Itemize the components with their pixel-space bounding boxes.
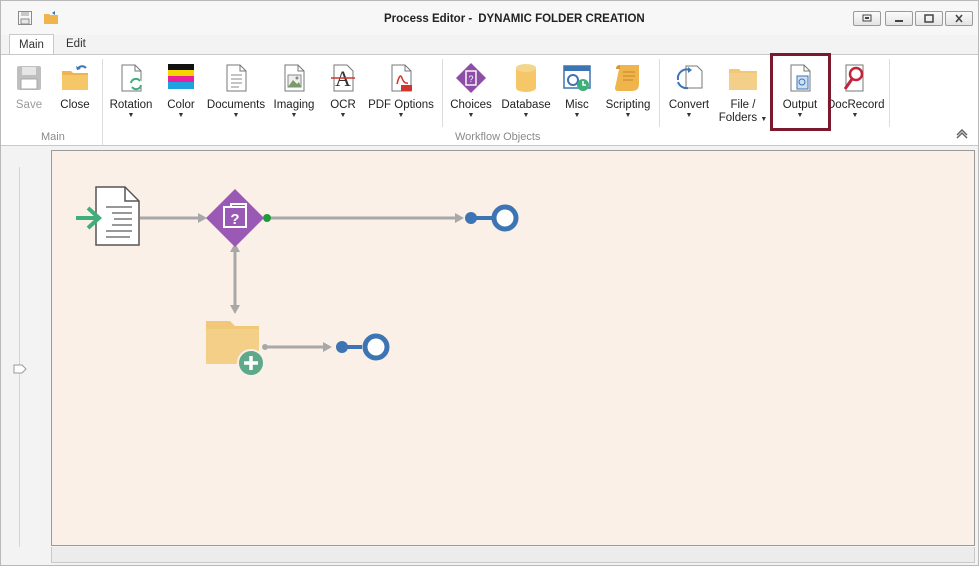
group-divider [659, 59, 660, 127]
close-quick-access-icon[interactable] [43, 10, 59, 26]
color-label: Color [167, 99, 195, 111]
save-label: Save [15, 99, 43, 111]
designer-area: ? [1, 147, 978, 565]
pdf-options-button[interactable]: PDF Options ▼ [368, 60, 434, 128]
ribbon-tabs: Main Edit [1, 34, 978, 55]
chevron-down-icon: ▼ [573, 112, 581, 119]
minimize-button[interactable] [885, 11, 913, 26]
ocr-icon: A [327, 62, 359, 94]
end-node[interactable] [336, 333, 390, 361]
choices-button[interactable]: ? Choices ▼ [449, 60, 493, 128]
chevron-down-icon: ▼ [685, 112, 693, 119]
chevron-down-icon: ▼ [397, 112, 405, 119]
chevron-down-icon: ▼ [177, 112, 185, 119]
zoom-slider-thumb[interactable] [13, 363, 27, 374]
choices-diamond-icon: ? [455, 62, 487, 94]
database-icon [510, 62, 542, 94]
chevron-down-icon: ▼ [624, 112, 632, 119]
file-folders-button[interactable]: File / Folders ▼ [717, 60, 769, 128]
close-label: Close [60, 99, 90, 111]
chevron-down-icon: ▼ [339, 112, 347, 119]
chevron-down-icon: ▼ [522, 112, 530, 119]
connector-start-to-choice[interactable] [140, 213, 207, 223]
workflow-canvas[interactable]: ? [51, 150, 975, 546]
ribbon: Save Close Main Rotation ▼ Color ▼ Docum… [1, 53, 978, 146]
imaging-button[interactable]: Imaging ▼ [272, 60, 316, 128]
imaging-icon [278, 62, 310, 94]
process-name: DYNAMIC FOLDER CREATION [478, 13, 645, 25]
chevron-down-icon: ▼ [232, 112, 240, 119]
misc-label: Misc [565, 99, 589, 111]
misc-button[interactable]: Misc ▼ [557, 60, 597, 128]
convert-label: Convert [668, 99, 710, 111]
maximize-button[interactable] [915, 11, 943, 26]
save-button[interactable]: Save [9, 60, 49, 128]
file-folders-label-line1: File / [730, 99, 756, 111]
chevron-down-icon: ▼ [127, 112, 135, 119]
connector-folder-to-end[interactable] [262, 342, 332, 352]
convert-button[interactable]: Convert ▼ [665, 60, 713, 128]
folder-icon [727, 62, 759, 94]
ocr-button[interactable]: A OCR ▼ [323, 60, 363, 128]
pdf-icon [385, 62, 417, 94]
chevron-down-icon: ▼ [851, 112, 859, 119]
pdf-options-label: PDF Options [368, 99, 434, 111]
connector-choice-to-folder[interactable] [230, 243, 240, 314]
scripting-label: Scripting [605, 99, 651, 111]
scripting-button[interactable]: Scripting ▼ [603, 60, 653, 128]
choice-decision-node[interactable]: ? [206, 189, 264, 247]
window-title-prefix: Process Editor - [384, 13, 473, 25]
end-node[interactable] [465, 204, 519, 232]
convert-icon [673, 62, 705, 94]
color-bars-icon [165, 62, 197, 94]
title-bar: Process Editor - DYNAMIC FOLDER CREATION [1, 1, 978, 35]
svg-text:?: ? [468, 74, 473, 84]
database-label: Database [501, 99, 551, 111]
zoom-slider-track[interactable] [19, 167, 20, 547]
create-folder-node[interactable] [206, 321, 265, 377]
tab-main[interactable]: Main [9, 34, 54, 55]
save-icon [13, 62, 45, 94]
docrecord-label: DocRecord [827, 99, 885, 111]
horizontal-scrollbar[interactable] [51, 547, 975, 563]
group-divider [442, 59, 443, 127]
save-quick-access-icon[interactable] [17, 10, 33, 26]
scripting-scroll-icon [612, 62, 644, 94]
imaging-label: Imaging [273, 99, 315, 111]
group-divider [102, 59, 103, 145]
close-button[interactable]: Close [55, 60, 95, 128]
rotation-label: Rotation [109, 99, 153, 111]
close-window-button[interactable] [945, 11, 973, 26]
rotation-button[interactable]: Rotation ▼ [109, 60, 153, 128]
collapse-ribbon-icon[interactable] [956, 128, 968, 142]
main-group-label: Main [41, 131, 65, 143]
start-document-node[interactable] [76, 186, 140, 246]
docrecord-search-icon [839, 62, 871, 94]
color-button[interactable]: Color ▼ [161, 60, 201, 128]
misc-window-gear-icon [561, 62, 593, 94]
docrecord-button[interactable]: DocRecord ▼ [827, 60, 885, 128]
chevron-down-icon: ▼ [760, 116, 768, 123]
tab-edit[interactable]: Edit [57, 34, 95, 55]
file-folders-label-line2: Folders ▼ [718, 112, 768, 124]
choices-label: Choices [450, 99, 492, 111]
output-highlight-box [770, 53, 831, 131]
documents-button[interactable]: Documents ▼ [206, 60, 266, 128]
restore-window-button[interactable] [853, 11, 881, 26]
documents-label: Documents [206, 99, 266, 111]
group-divider [889, 59, 890, 127]
process-editor-window: Process Editor - DYNAMIC FOLDER CREATION … [0, 0, 979, 566]
connector-choice-to-end[interactable] [263, 213, 464, 223]
workflow-group-label: Workflow Objects [455, 131, 541, 143]
svg-text:?: ? [230, 211, 239, 228]
ocr-label: OCR [330, 99, 356, 111]
close-folder-icon [59, 62, 91, 94]
window-title: Process Editor - DYNAMIC FOLDER CREATION [384, 13, 645, 25]
database-button[interactable]: Database ▼ [499, 60, 553, 128]
chevron-down-icon: ▼ [467, 112, 475, 119]
documents-icon [220, 62, 252, 94]
rotation-icon [115, 62, 147, 94]
chevron-down-icon: ▼ [290, 112, 298, 119]
